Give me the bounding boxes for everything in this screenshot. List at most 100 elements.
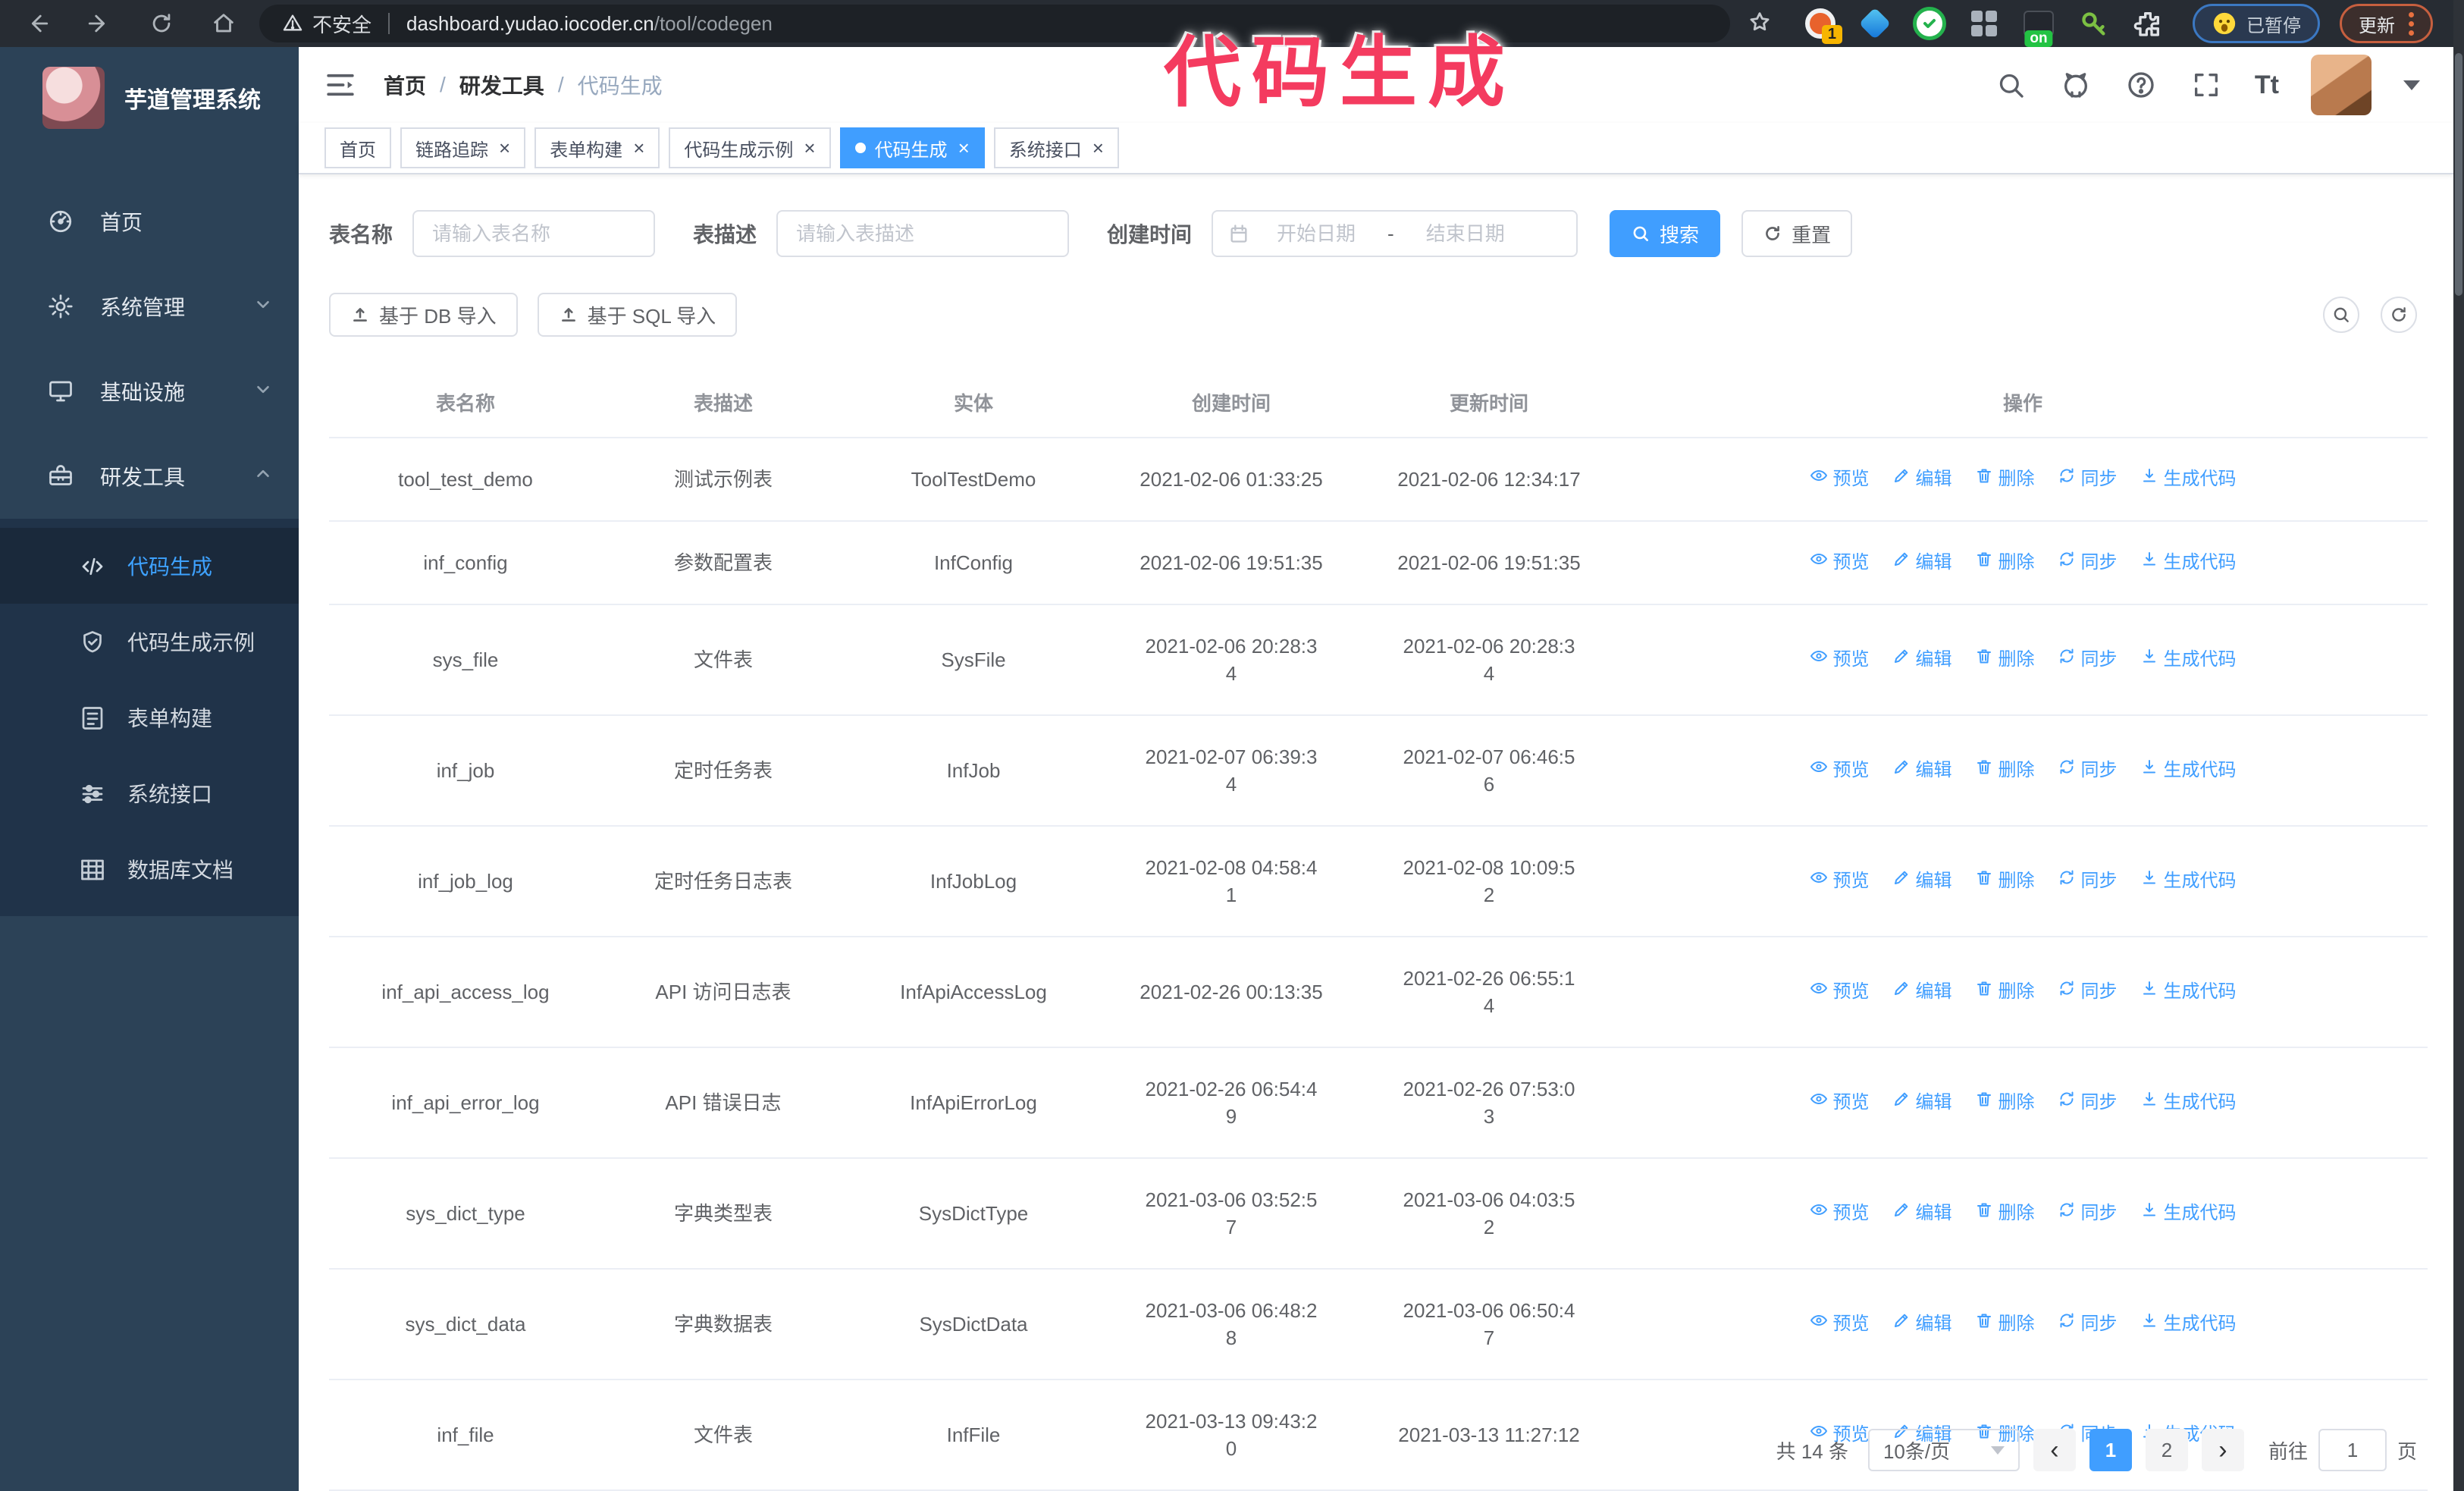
update-chip[interactable]: 更新 [2340, 4, 2433, 43]
sidebar-item-system-api[interactable]: 系统接口 [0, 755, 299, 831]
help-icon[interactable] [2124, 68, 2158, 102]
refresh-table-button[interactable] [2381, 297, 2417, 333]
scrollbar[interactable] [2453, 0, 2464, 1491]
action-edit-link[interactable]: 编辑 [1892, 868, 1952, 895]
reset-button[interactable]: 重置 [1741, 210, 1853, 257]
action-preview-link[interactable]: 预览 [1810, 549, 1870, 576]
extension-grid-icon[interactable] [1967, 6, 2002, 41]
github-icon[interactable] [2059, 68, 2093, 102]
close-icon[interactable]: × [958, 138, 970, 158]
logo-row[interactable]: 芋道管理系统 [0, 47, 299, 149]
start-date-input[interactable] [1256, 221, 1378, 246]
sidebar-item-infra[interactable]: 基础设施 [0, 349, 299, 434]
action-delete-link[interactable]: 删除 [1975, 549, 2035, 576]
extension-key-icon[interactable] [2076, 6, 2111, 41]
breadcrumb-home[interactable]: 首页 [384, 70, 426, 100]
end-date-input[interactable] [1404, 221, 1526, 246]
action-delete-link[interactable]: 删除 [1975, 978, 2035, 1006]
action-preview-link[interactable]: 预览 [1810, 1311, 1870, 1338]
close-icon[interactable]: × [804, 138, 815, 158]
table-name-input[interactable] [412, 210, 656, 257]
next-page-button[interactable]: › [2201, 1429, 2244, 1471]
action-generate-link[interactable]: 生成代码 [2140, 646, 2237, 673]
extensions-puzzle-icon[interactable] [2130, 6, 2165, 41]
action-generate-link[interactable]: 生成代码 [2140, 466, 2237, 493]
import-sql-button[interactable]: 基于 SQL 导入 [537, 293, 738, 337]
action-sync-link[interactable]: 同步 [2058, 1200, 2118, 1227]
action-preview-link[interactable]: 预览 [1810, 1089, 1870, 1116]
action-generate-link[interactable]: 生成代码 [2140, 1200, 2237, 1227]
action-edit-link[interactable]: 编辑 [1892, 1200, 1952, 1227]
action-delete-link[interactable]: 删除 [1975, 1200, 2035, 1227]
tab-system-api[interactable]: 系统接口 × [993, 127, 1119, 169]
sidebar-item-codegen[interactable]: 代码生成 [0, 528, 299, 604]
back-icon[interactable] [23, 9, 52, 38]
page-button-1[interactable]: 1 [2089, 1429, 2132, 1471]
action-sync-link[interactable]: 同步 [2058, 757, 2118, 784]
action-edit-link[interactable]: 编辑 [1892, 1311, 1952, 1338]
action-preview-link[interactable]: 预览 [1810, 466, 1870, 493]
sidebar-item-db-doc[interactable]: 数据库文档 [0, 831, 299, 907]
address-bar[interactable]: 不安全 dashboard.yudao.iocoder.cn/tool/code… [259, 5, 1730, 42]
action-edit-link[interactable]: 编辑 [1892, 978, 1952, 1006]
action-generate-link[interactable]: 生成代码 [2140, 1311, 2237, 1338]
action-sync-link[interactable]: 同步 [2058, 978, 2118, 1006]
tab-codegen[interactable]: 代码生成 × [839, 127, 985, 169]
action-delete-link[interactable]: 删除 [1975, 868, 2035, 895]
sidebar-item-home[interactable]: 首页 [0, 179, 299, 264]
avatar-caret-down-icon[interactable] [2403, 80, 2420, 90]
page-size-select[interactable]: 10条/页 [1867, 1429, 2020, 1471]
action-sync-link[interactable]: 同步 [2058, 549, 2118, 576]
action-delete-link[interactable]: 删除 [1975, 466, 2035, 493]
action-preview-link[interactable]: 预览 [1810, 978, 1870, 1006]
show-search-toggle-button[interactable] [2323, 297, 2359, 333]
action-edit-link[interactable]: 编辑 [1892, 1089, 1952, 1116]
hamburger-icon[interactable] [324, 69, 356, 101]
action-delete-link[interactable]: 删除 [1975, 757, 2035, 784]
action-preview-link[interactable]: 预览 [1810, 868, 1870, 895]
fullscreen-icon[interactable] [2190, 68, 2223, 102]
close-icon[interactable]: × [633, 138, 644, 158]
action-sync-link[interactable]: 同步 [2058, 1089, 2118, 1116]
reload-icon[interactable] [147, 9, 176, 38]
action-edit-link[interactable]: 编辑 [1892, 757, 1952, 784]
action-delete-link[interactable]: 删除 [1975, 1311, 2035, 1338]
sidebar-item-codegen-demo[interactable]: 代码生成示例 [0, 604, 299, 680]
date-range-picker[interactable]: - [1212, 210, 1578, 257]
home-icon[interactable] [209, 9, 238, 38]
action-sync-link[interactable]: 同步 [2058, 868, 2118, 895]
action-generate-link[interactable]: 生成代码 [2140, 757, 2237, 784]
action-generate-link[interactable]: 生成代码 [2140, 1089, 2237, 1116]
action-delete-link[interactable]: 删除 [1975, 1089, 2035, 1116]
bookmark-star-icon[interactable] [1747, 9, 1773, 39]
header-search-icon[interactable] [1994, 68, 2027, 102]
paused-chip[interactable]: 已暂停 [2193, 4, 2320, 43]
action-sync-link[interactable]: 同步 [2058, 646, 2118, 673]
close-icon[interactable]: × [1092, 138, 1104, 158]
action-edit-link[interactable]: 编辑 [1892, 646, 1952, 673]
extension-orange-icon[interactable]: 1 [1803, 6, 1842, 44]
action-sync-link[interactable]: 同步 [2058, 1311, 2118, 1338]
sidebar-item-form-builder[interactable]: 表单构建 [0, 680, 299, 755]
scrollbar-thumb[interactable] [2455, 53, 2462, 296]
import-db-button[interactable]: 基于 DB 导入 [329, 293, 518, 337]
sidebar-item-system[interactable]: 系统管理 [0, 264, 299, 349]
action-edit-link[interactable]: 编辑 [1892, 466, 1952, 493]
action-preview-link[interactable]: 预览 [1810, 757, 1870, 784]
prev-page-button[interactable]: ‹ [2033, 1429, 2076, 1471]
tab-trace[interactable]: 链路追踪 × [400, 127, 526, 169]
tab-form-builder[interactable]: 表单构建 × [534, 127, 660, 169]
action-sync-link[interactable]: 同步 [2058, 466, 2118, 493]
action-generate-link[interactable]: 生成代码 [2140, 549, 2237, 576]
security-label[interactable]: 不安全 [312, 10, 371, 38]
search-button[interactable]: 搜索 [1610, 210, 1721, 257]
action-generate-link[interactable]: 生成代码 [2140, 978, 2237, 1006]
tab-codegen-demo[interactable]: 代码生成示例 × [669, 127, 831, 169]
close-icon[interactable]: × [499, 138, 510, 158]
forward-icon[interactable] [85, 9, 114, 38]
action-edit-link[interactable]: 编辑 [1892, 549, 1952, 576]
tab-home[interactable]: 首页 [324, 127, 391, 169]
goto-page-input[interactable] [2318, 1429, 2387, 1471]
font-size-icon[interactable]: Tt [2255, 71, 2279, 100]
sidebar-item-devtools[interactable]: 研发工具 [0, 434, 299, 519]
